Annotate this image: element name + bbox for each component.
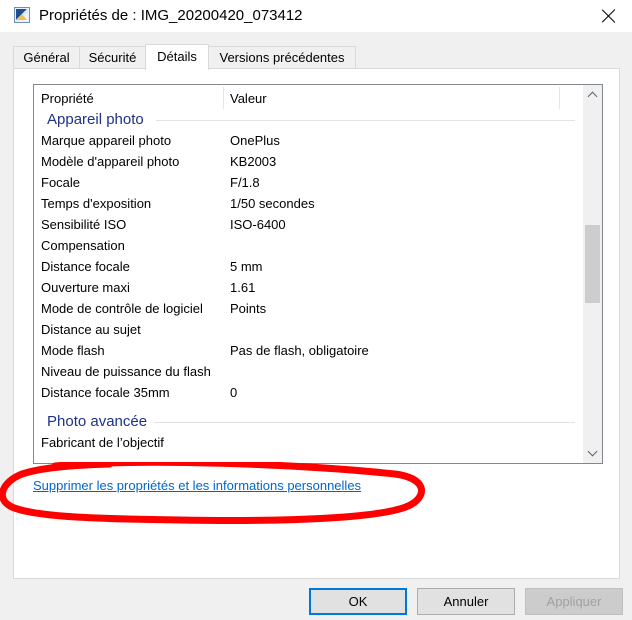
property-value: 1.61 — [230, 280, 256, 295]
property-name: Focale — [41, 175, 81, 190]
table-row[interactable]: Distance au sujet — [34, 319, 583, 340]
property-name: Distance focale — [41, 259, 130, 274]
property-name: Distance au sujet — [41, 322, 141, 337]
vertical-scrollbar[interactable] — [583, 85, 602, 463]
table-row[interactable]: Modèle d'appareil photo KB2003 — [34, 151, 583, 172]
property-name: Marque appareil photo — [41, 133, 172, 148]
column-header-property[interactable]: Propriété — [41, 85, 94, 111]
column-separator[interactable] — [559, 87, 560, 109]
apply-button[interactable]: Appliquer — [525, 588, 623, 615]
group-divider — [156, 120, 575, 121]
remove-properties-link[interactable]: Supprimer les propriétés et les informat… — [33, 478, 361, 493]
title-bar: Propriétés de : IMG_20200420_073412 — [0, 0, 632, 32]
property-name: Distance focale 35mm — [41, 385, 170, 400]
property-name: Modèle d'appareil photo — [41, 154, 180, 169]
tab-security[interactable]: Sécurité — [79, 46, 146, 69]
group-header-advanced-photo[interactable]: Photo avancée — [34, 411, 583, 432]
details-panel: Propriété Valeur Appareil photo Marque a… — [13, 68, 620, 579]
table-row[interactable]: Marque appareil photo OnePlus — [34, 130, 583, 151]
column-separator[interactable] — [223, 87, 224, 109]
table-row[interactable]: Mode flash Pas de flash, obligatoire — [34, 340, 583, 361]
image-file-icon — [14, 7, 30, 23]
property-value: OnePlus — [230, 133, 280, 148]
property-name: Mode de contrôle de logiciel — [41, 301, 203, 316]
cancel-button[interactable]: Annuler — [417, 588, 515, 615]
property-name: Ouverture maxi — [41, 280, 130, 295]
group-label: Photo avancée — [47, 413, 148, 430]
property-name: Mode flash — [41, 343, 105, 358]
scroll-down-button[interactable] — [583, 444, 602, 463]
close-button[interactable] — [586, 0, 632, 32]
property-name: Sensibilité ISO — [41, 217, 127, 232]
property-name: Fabricant de l’objectif — [41, 435, 164, 450]
table-row[interactable]: Fabricant de l’objectif — [34, 432, 583, 453]
property-value: 5 mm — [230, 259, 263, 274]
scroll-up-button[interactable] — [583, 85, 602, 104]
group-label: Appareil photo — [47, 111, 144, 128]
property-value: Pas de flash, obligatoire — [230, 343, 369, 358]
dialog-client: Général Sécurité Détails Versions précéd… — [0, 32, 632, 620]
property-value: F/1.8 — [230, 175, 260, 190]
property-value: ISO-6400 — [230, 217, 286, 232]
property-value: Points — [230, 301, 267, 316]
chevron-up-icon — [587, 91, 598, 102]
property-name: Niveau de puissance du flash — [41, 364, 211, 379]
scrollbar-thumb[interactable] — [585, 225, 600, 303]
ok-button[interactable]: OK — [309, 588, 407, 615]
table-row[interactable]: Distance focale 35mm 0 — [34, 382, 583, 403]
table-row[interactable]: Niveau de puissance du flash — [34, 361, 583, 382]
tab-general[interactable]: Général — [13, 46, 80, 69]
chevron-down-icon — [587, 446, 598, 457]
property-value: 1/50 secondes — [230, 196, 315, 211]
window-title: Propriétés de : IMG_20200420_073412 — [39, 7, 303, 24]
close-icon — [602, 9, 616, 23]
property-value: 0 — [230, 385, 238, 400]
table-row[interactable]: Ouverture maxi 1.61 — [34, 277, 583, 298]
tab-details[interactable]: Détails — [145, 44, 209, 70]
tab-previous-versions[interactable]: Versions précédentes — [208, 46, 356, 69]
list-header: Propriété Valeur — [34, 85, 583, 111]
property-value: KB2003 — [230, 154, 277, 169]
table-row[interactable]: Sensibilité ISO ISO-6400 — [34, 214, 583, 235]
group-divider — [154, 422, 575, 423]
column-header-value[interactable]: Valeur — [230, 85, 267, 111]
table-row[interactable]: Focale F/1.8 — [34, 172, 583, 193]
properties-list[interactable]: Propriété Valeur Appareil photo Marque a… — [33, 84, 603, 464]
property-name: Compensation — [41, 238, 125, 253]
property-name: Temps d'exposition — [41, 196, 152, 211]
table-row[interactable]: Compensation — [34, 235, 583, 256]
table-row[interactable]: Distance focale 5 mm — [34, 256, 583, 277]
group-header-camera[interactable]: Appareil photo — [34, 109, 583, 130]
table-row[interactable]: Temps d'exposition 1/50 secondes — [34, 193, 583, 214]
table-row[interactable]: Mode de contrôle de logiciel Points — [34, 298, 583, 319]
